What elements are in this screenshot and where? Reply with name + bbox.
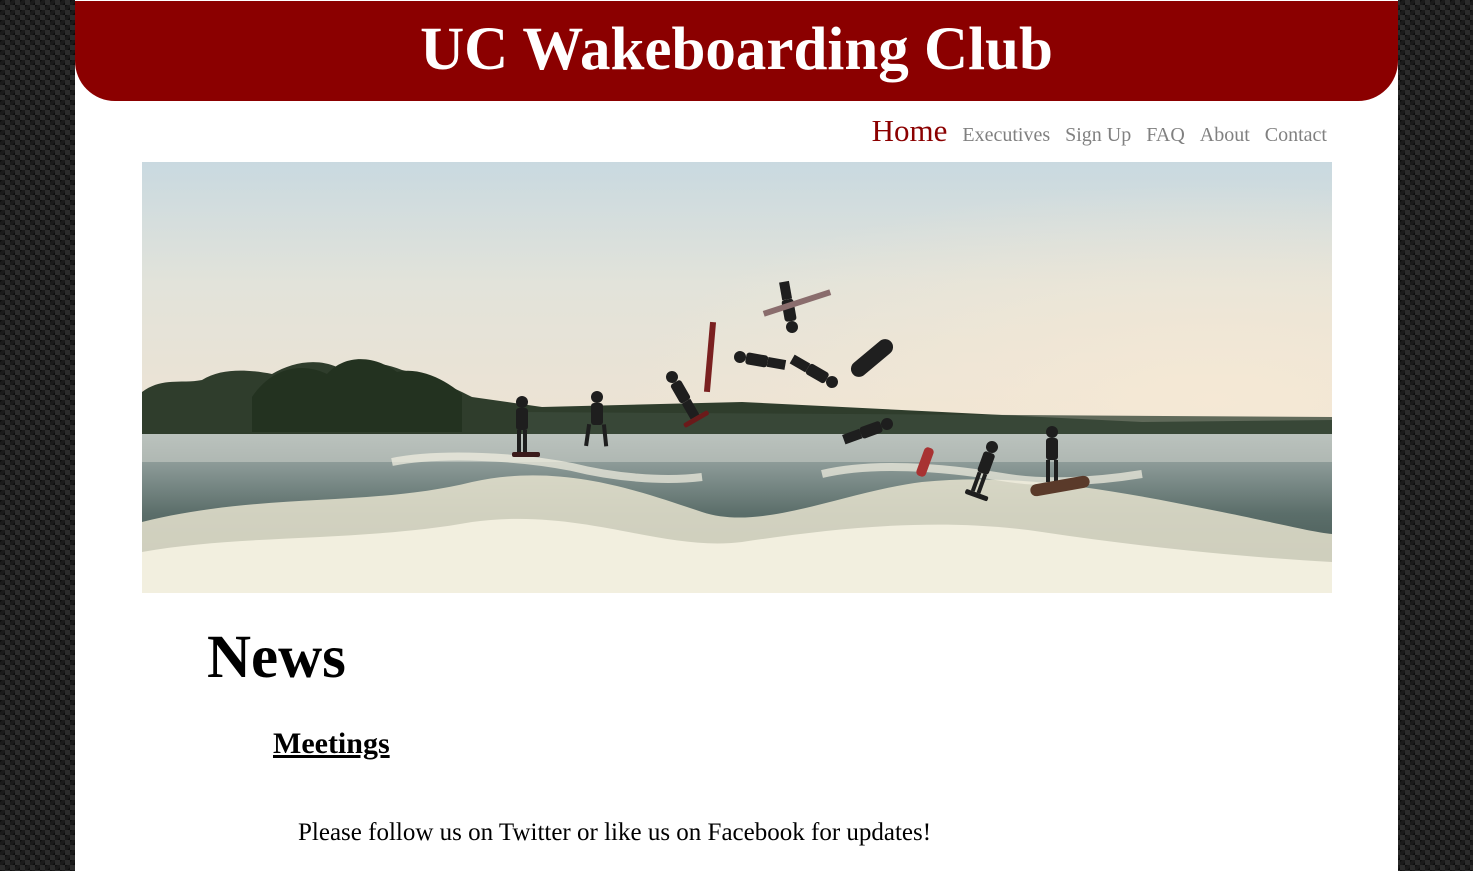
main-nav: Home Executives Sign Up FAQ About Contac… xyxy=(872,113,1327,149)
nav-item-home[interactable]: Home xyxy=(872,113,948,149)
page-container: UC Wakeboarding Club Home Executives Sig… xyxy=(75,0,1398,871)
nav-item-contact[interactable]: Contact xyxy=(1265,124,1327,147)
site-title: UC Wakeboarding Club xyxy=(420,15,1053,83)
nav-item-faq[interactable]: FAQ xyxy=(1146,124,1185,147)
news-paragraph: Please follow us on Twitter or like us o… xyxy=(298,819,932,846)
nav-item-executives[interactable]: Executives xyxy=(962,124,1050,147)
hero-image xyxy=(142,162,1332,593)
news-heading: News xyxy=(207,624,346,691)
site-banner: UC Wakeboarding Club xyxy=(75,1,1398,101)
nav-item-sign-up[interactable]: Sign Up xyxy=(1065,124,1131,147)
nav-item-about[interactable]: About xyxy=(1200,124,1250,147)
meetings-section-title: Meetings xyxy=(273,727,390,760)
